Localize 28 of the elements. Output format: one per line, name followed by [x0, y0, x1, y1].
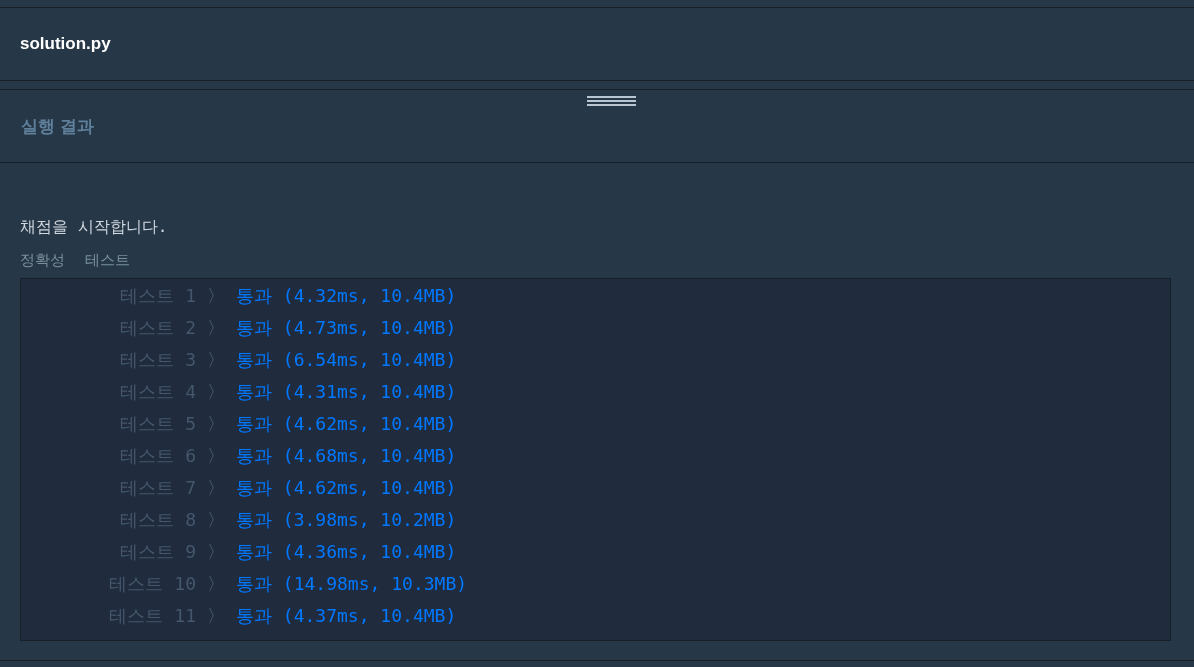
panel-title: 실행 결과 [21, 115, 94, 138]
section-label: 테스트 [85, 250, 130, 270]
separator-glyph: 〉 [206, 572, 226, 596]
test-result: 통과 (4.37ms, 10.4MB) [236, 604, 458, 628]
separator-glyph: 〉 [206, 380, 226, 404]
test-result: 통과 (4.32ms, 10.4MB) [236, 284, 458, 308]
separator-glyph: 〉 [206, 604, 226, 628]
separator-glyph: 〉 [206, 348, 226, 372]
test-result: 통과 (4.62ms, 10.4MB) [236, 476, 458, 500]
separator-glyph: 〉 [206, 540, 226, 564]
separator-glyph: 〉 [206, 444, 226, 468]
test-result: 통과 (14.98ms, 10.3MB) [236, 572, 469, 596]
test-result: 통과 (4.36ms, 10.4MB) [236, 540, 458, 564]
separator-glyph: 〉 [206, 284, 226, 308]
resize-handle-icon[interactable] [587, 95, 636, 108]
test-result: 통과 (4.62ms, 10.4MB) [236, 412, 458, 436]
test-result: 통과 (4.31ms, 10.4MB) [236, 380, 458, 404]
test-result: 통과 (3.98ms, 10.2MB) [236, 508, 458, 532]
section-label: 정확성 [20, 250, 65, 270]
status-message: 채점을 시작합니다. [20, 216, 169, 238]
test-result: 통과 (4.68ms, 10.4MB) [236, 444, 458, 468]
separator-glyph: 〉 [206, 476, 226, 500]
test-result: 통과 (6.54ms, 10.4MB) [236, 348, 458, 372]
separator-glyph: 〉 [206, 316, 226, 340]
separator-glyph: 〉 [206, 508, 226, 532]
separator-glyph: 〉 [206, 412, 226, 436]
file-name: solution.py [20, 34, 111, 54]
test-result: 통과 (4.73ms, 10.4MB) [236, 316, 458, 340]
